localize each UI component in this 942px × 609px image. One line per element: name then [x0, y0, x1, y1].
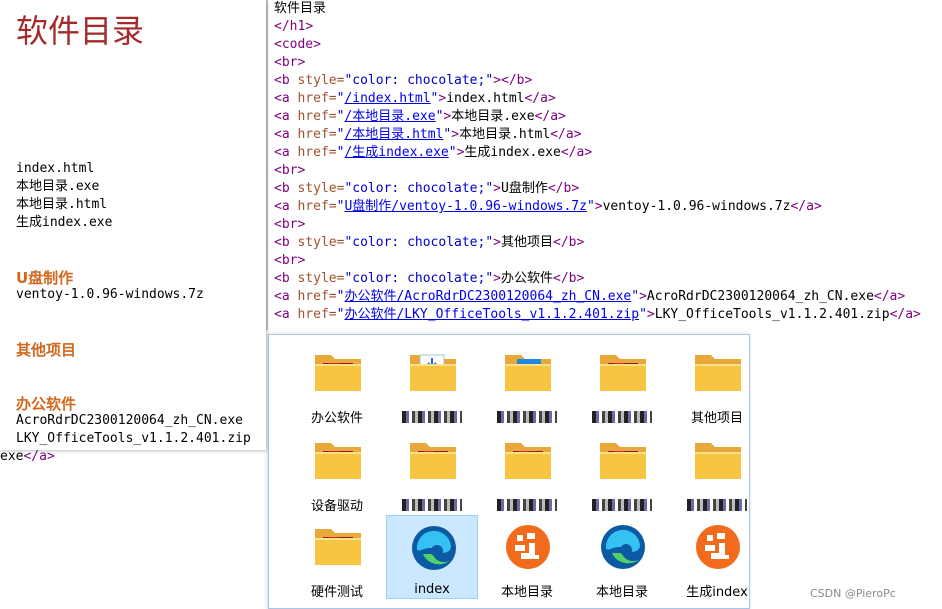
redacted-label — [687, 499, 747, 511]
overflow-tail-tag: </a> — [23, 449, 55, 464]
link-gen-index-exe[interactable]: 生成index.exe — [16, 214, 112, 232]
folder-icon — [503, 437, 553, 485]
redacted-label — [592, 411, 652, 423]
source-line: </h1> — [274, 19, 314, 34]
rendered-page-pane: 软件目录 index.html 本地目录.exe 本地目录.html 生成ind… — [0, 0, 266, 450]
source-line: <b style="color: chocolate;">办公软件</b> — [274, 271, 585, 286]
source-line: <a href="办公软件/AcroRdrDC2300120064_zh_CN.… — [274, 289, 906, 304]
file-explorer-window: 办公软件 其他项目设备驱动硬件测试 index 本地目录 本地目录 生成index — [268, 334, 750, 609]
file-item[interactable]: 生成index — [671, 515, 763, 600]
link-local-dir-exe[interactable]: 本地目录.exe — [16, 178, 99, 196]
file-item[interactable]: 本地目录 — [576, 515, 668, 600]
folder-empty-icon — [693, 349, 743, 397]
source-code-pane: 软件目录 </h1> <code> <br> <b style="color: choc… — [266, 0, 942, 330]
source-line: <a href="/生成index.exe">生成index.exe</a> — [274, 145, 593, 160]
heading-office: 办公软件 — [16, 395, 77, 413]
redacted-label — [497, 499, 557, 511]
redacted-label — [592, 499, 652, 511]
folder-icon — [408, 437, 458, 485]
file-item[interactable]: 其他项目 — [671, 341, 763, 426]
source-line: <br> — [274, 253, 306, 268]
link-acrordr[interactable]: AcroRdrDC2300120064_zh_CN.exe — [16, 412, 243, 430]
link-lky-office[interactable]: LKY_OfficeTools_v1.1.2.401.zip — [16, 430, 251, 448]
source-line: <a href="/本地目录.exe">本地目录.exe</a> — [274, 109, 566, 124]
file-item-label: 生成index — [686, 585, 748, 600]
file-item[interactable]: index — [386, 515, 478, 599]
redacted-label — [497, 411, 557, 423]
file-item[interactable] — [671, 429, 763, 513]
folder-icon — [598, 349, 648, 397]
page-title: 软件目录 — [16, 12, 145, 50]
redacted-label — [402, 411, 462, 423]
file-item-label: 办公软件 — [310, 411, 363, 426]
link-index-html[interactable]: index.html — [16, 160, 94, 178]
folder-app-icon — [693, 437, 743, 485]
edge-icon — [598, 523, 648, 571]
file-item[interactable]: 本地目录 — [481, 515, 573, 600]
folder-icon — [313, 349, 363, 397]
orange-app-icon — [693, 523, 743, 571]
source-line: <a href="/index.html">index.html</a> — [274, 91, 556, 106]
source-line: 软件目录 — [274, 1, 327, 16]
watermark: CSDN @PieroPc — [810, 587, 896, 600]
heading-other: 其他项目 — [16, 341, 77, 359]
folder-icon — [598, 437, 648, 485]
source-line: <b style="color: chocolate;">其他项目</b> — [274, 235, 585, 250]
file-item[interactable] — [386, 341, 478, 425]
edge-icon — [409, 524, 459, 572]
file-item-label: index — [414, 582, 450, 597]
file-item-label: 本地目录 — [500, 585, 553, 600]
source-line: <b style="color: chocolate;">U盘制作</b> — [274, 181, 580, 196]
file-item[interactable] — [576, 341, 668, 425]
source-line: <a href="U盘制作/ventoy-1.0.96-windows.7z">… — [274, 199, 822, 214]
file-item-label: 本地目录 — [595, 585, 648, 600]
file-item[interactable]: 硬件测试 — [291, 515, 383, 600]
file-item-label: 其他项目 — [690, 411, 743, 426]
folder-download-icon — [408, 349, 458, 397]
source-line: <a href="/本地目录.html">本地目录.html</a> — [274, 127, 582, 142]
link-ventoy[interactable]: ventoy-1.0.96-windows.7z — [16, 286, 204, 304]
file-item[interactable]: 办公软件 — [291, 341, 383, 426]
source-line: <br> — [274, 55, 306, 70]
file-item[interactable] — [576, 429, 668, 513]
source-line: <br> — [274, 163, 306, 178]
file-item[interactable]: 设备驱动 — [291, 429, 383, 514]
folder-icon — [313, 523, 363, 571]
source-overflow-text: exe</a> — [0, 449, 55, 464]
source-line: <a href="办公软件/LKY_OfficeTools_v1.1.2.401… — [274, 307, 921, 322]
file-item-label: 设备驱动 — [310, 499, 363, 514]
source-line: <b style="color: chocolate;"></b> — [274, 73, 533, 88]
source-line: <br> — [274, 217, 306, 232]
folder-image-icon — [503, 349, 553, 397]
link-local-dir-html[interactable]: 本地目录.html — [16, 196, 107, 214]
heading-usb: U盘制作 — [16, 269, 74, 287]
overflow-tail-text: exe — [0, 449, 24, 464]
file-item-label: 硬件测试 — [310, 585, 363, 600]
orange-app-icon — [503, 523, 553, 571]
file-item[interactable] — [386, 429, 478, 513]
source-line: <code> — [274, 37, 321, 52]
redacted-label — [402, 499, 462, 511]
folder-icon — [313, 437, 363, 485]
file-item[interactable] — [481, 429, 573, 513]
file-item[interactable] — [481, 341, 573, 425]
